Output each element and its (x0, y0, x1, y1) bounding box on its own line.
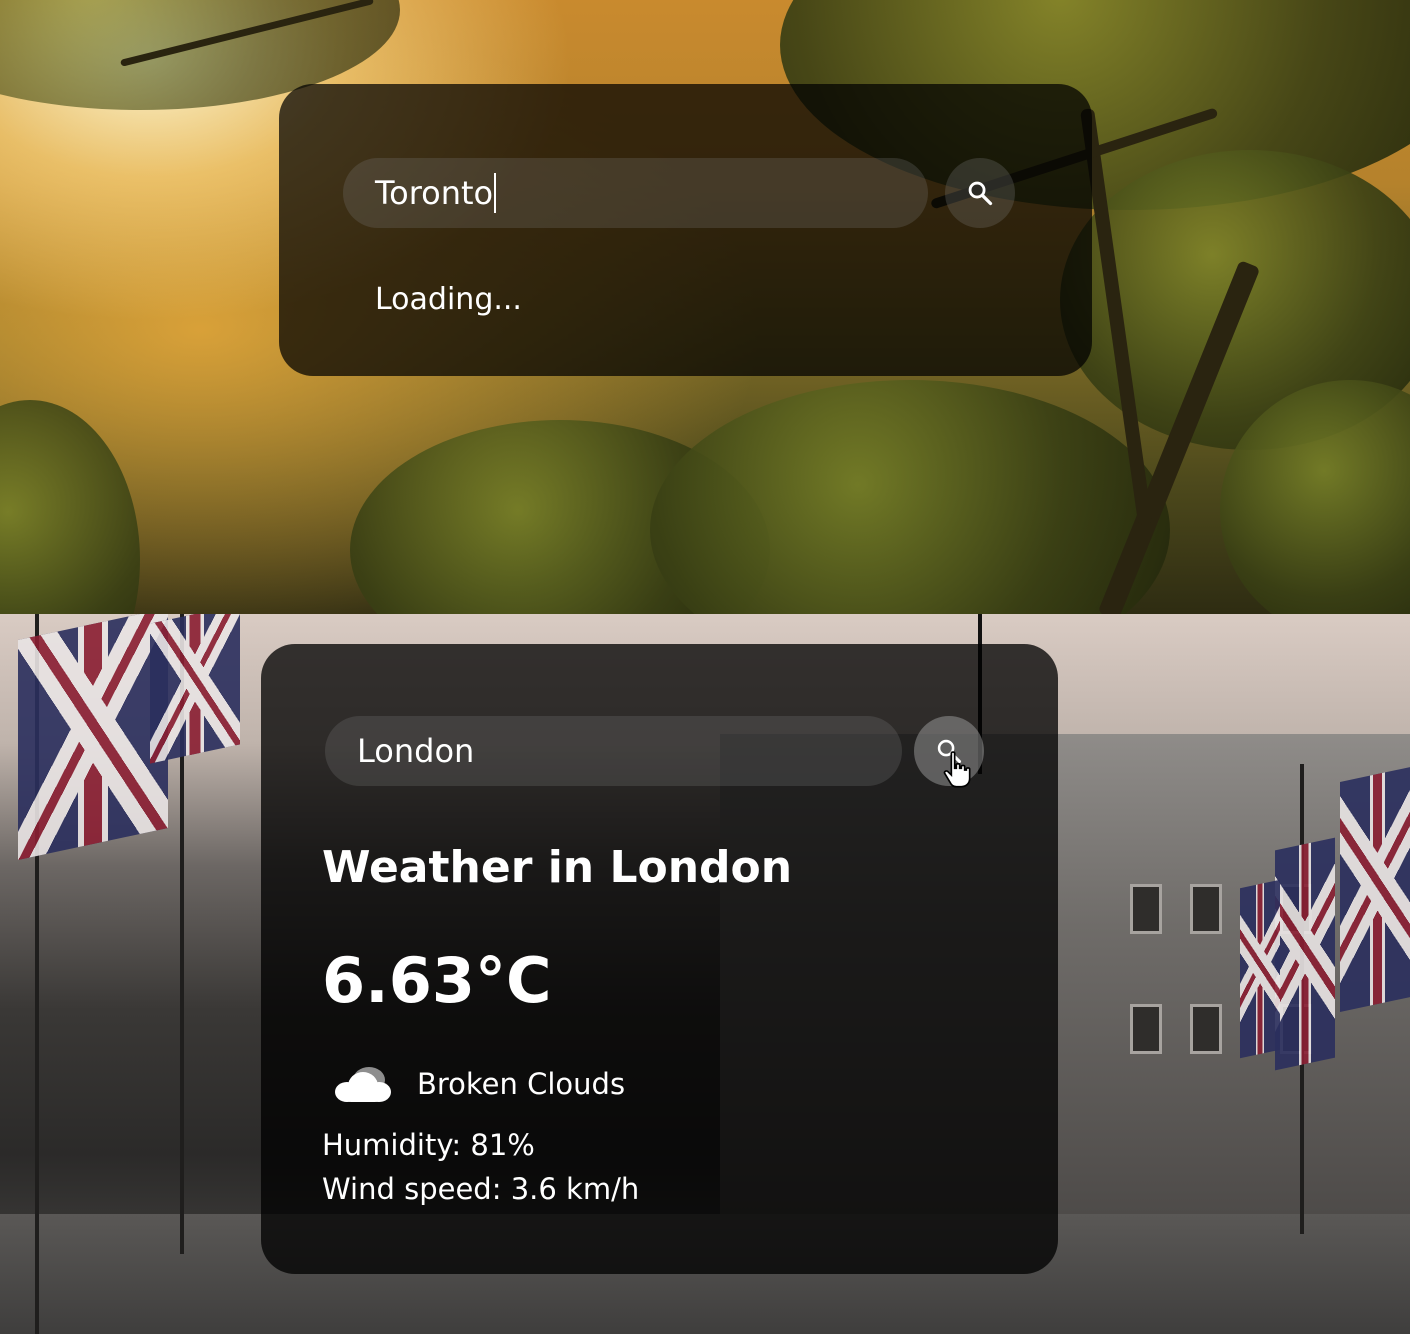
union-flag (18, 614, 168, 860)
top-weather-app: Toronto Loading... (0, 0, 1410, 614)
condition-row: Broken Clouds (333, 1064, 625, 1104)
union-flag (1340, 766, 1410, 1012)
wind-speed-value: Wind speed: 3.6 km/h (322, 1172, 640, 1206)
search-input[interactable]: London (325, 716, 902, 786)
union-flag (1275, 837, 1335, 1071)
text-caret (494, 173, 497, 213)
screenshot-stack: Toronto Loading... London Weather in Lon… (0, 0, 1410, 1334)
bottom-weather-app: London Weather in London 6.63°C Broken C… (0, 614, 1410, 1334)
search-icon (968, 181, 993, 206)
union-flag (1240, 879, 1280, 1059)
search-input[interactable]: Toronto (343, 158, 928, 228)
loading-status: Loading... (375, 282, 522, 317)
humidity-value: Humidity: 81% (322, 1128, 535, 1162)
search-button[interactable] (945, 158, 1015, 228)
weather-card: London Weather in London 6.63°C Broken C… (261, 644, 1058, 1274)
weather-description: Broken Clouds (417, 1067, 626, 1101)
cloud-icon (335, 1067, 391, 1102)
union-flag (150, 614, 240, 764)
search-input-value: Toronto (375, 174, 494, 212)
weather-card: Toronto Loading... (279, 84, 1092, 376)
search-input-value: London (357, 732, 475, 770)
hand-pointer-cursor (943, 751, 971, 788)
weather-title: Weather in London (322, 842, 793, 893)
temperature: 6.63°C (322, 944, 552, 1017)
